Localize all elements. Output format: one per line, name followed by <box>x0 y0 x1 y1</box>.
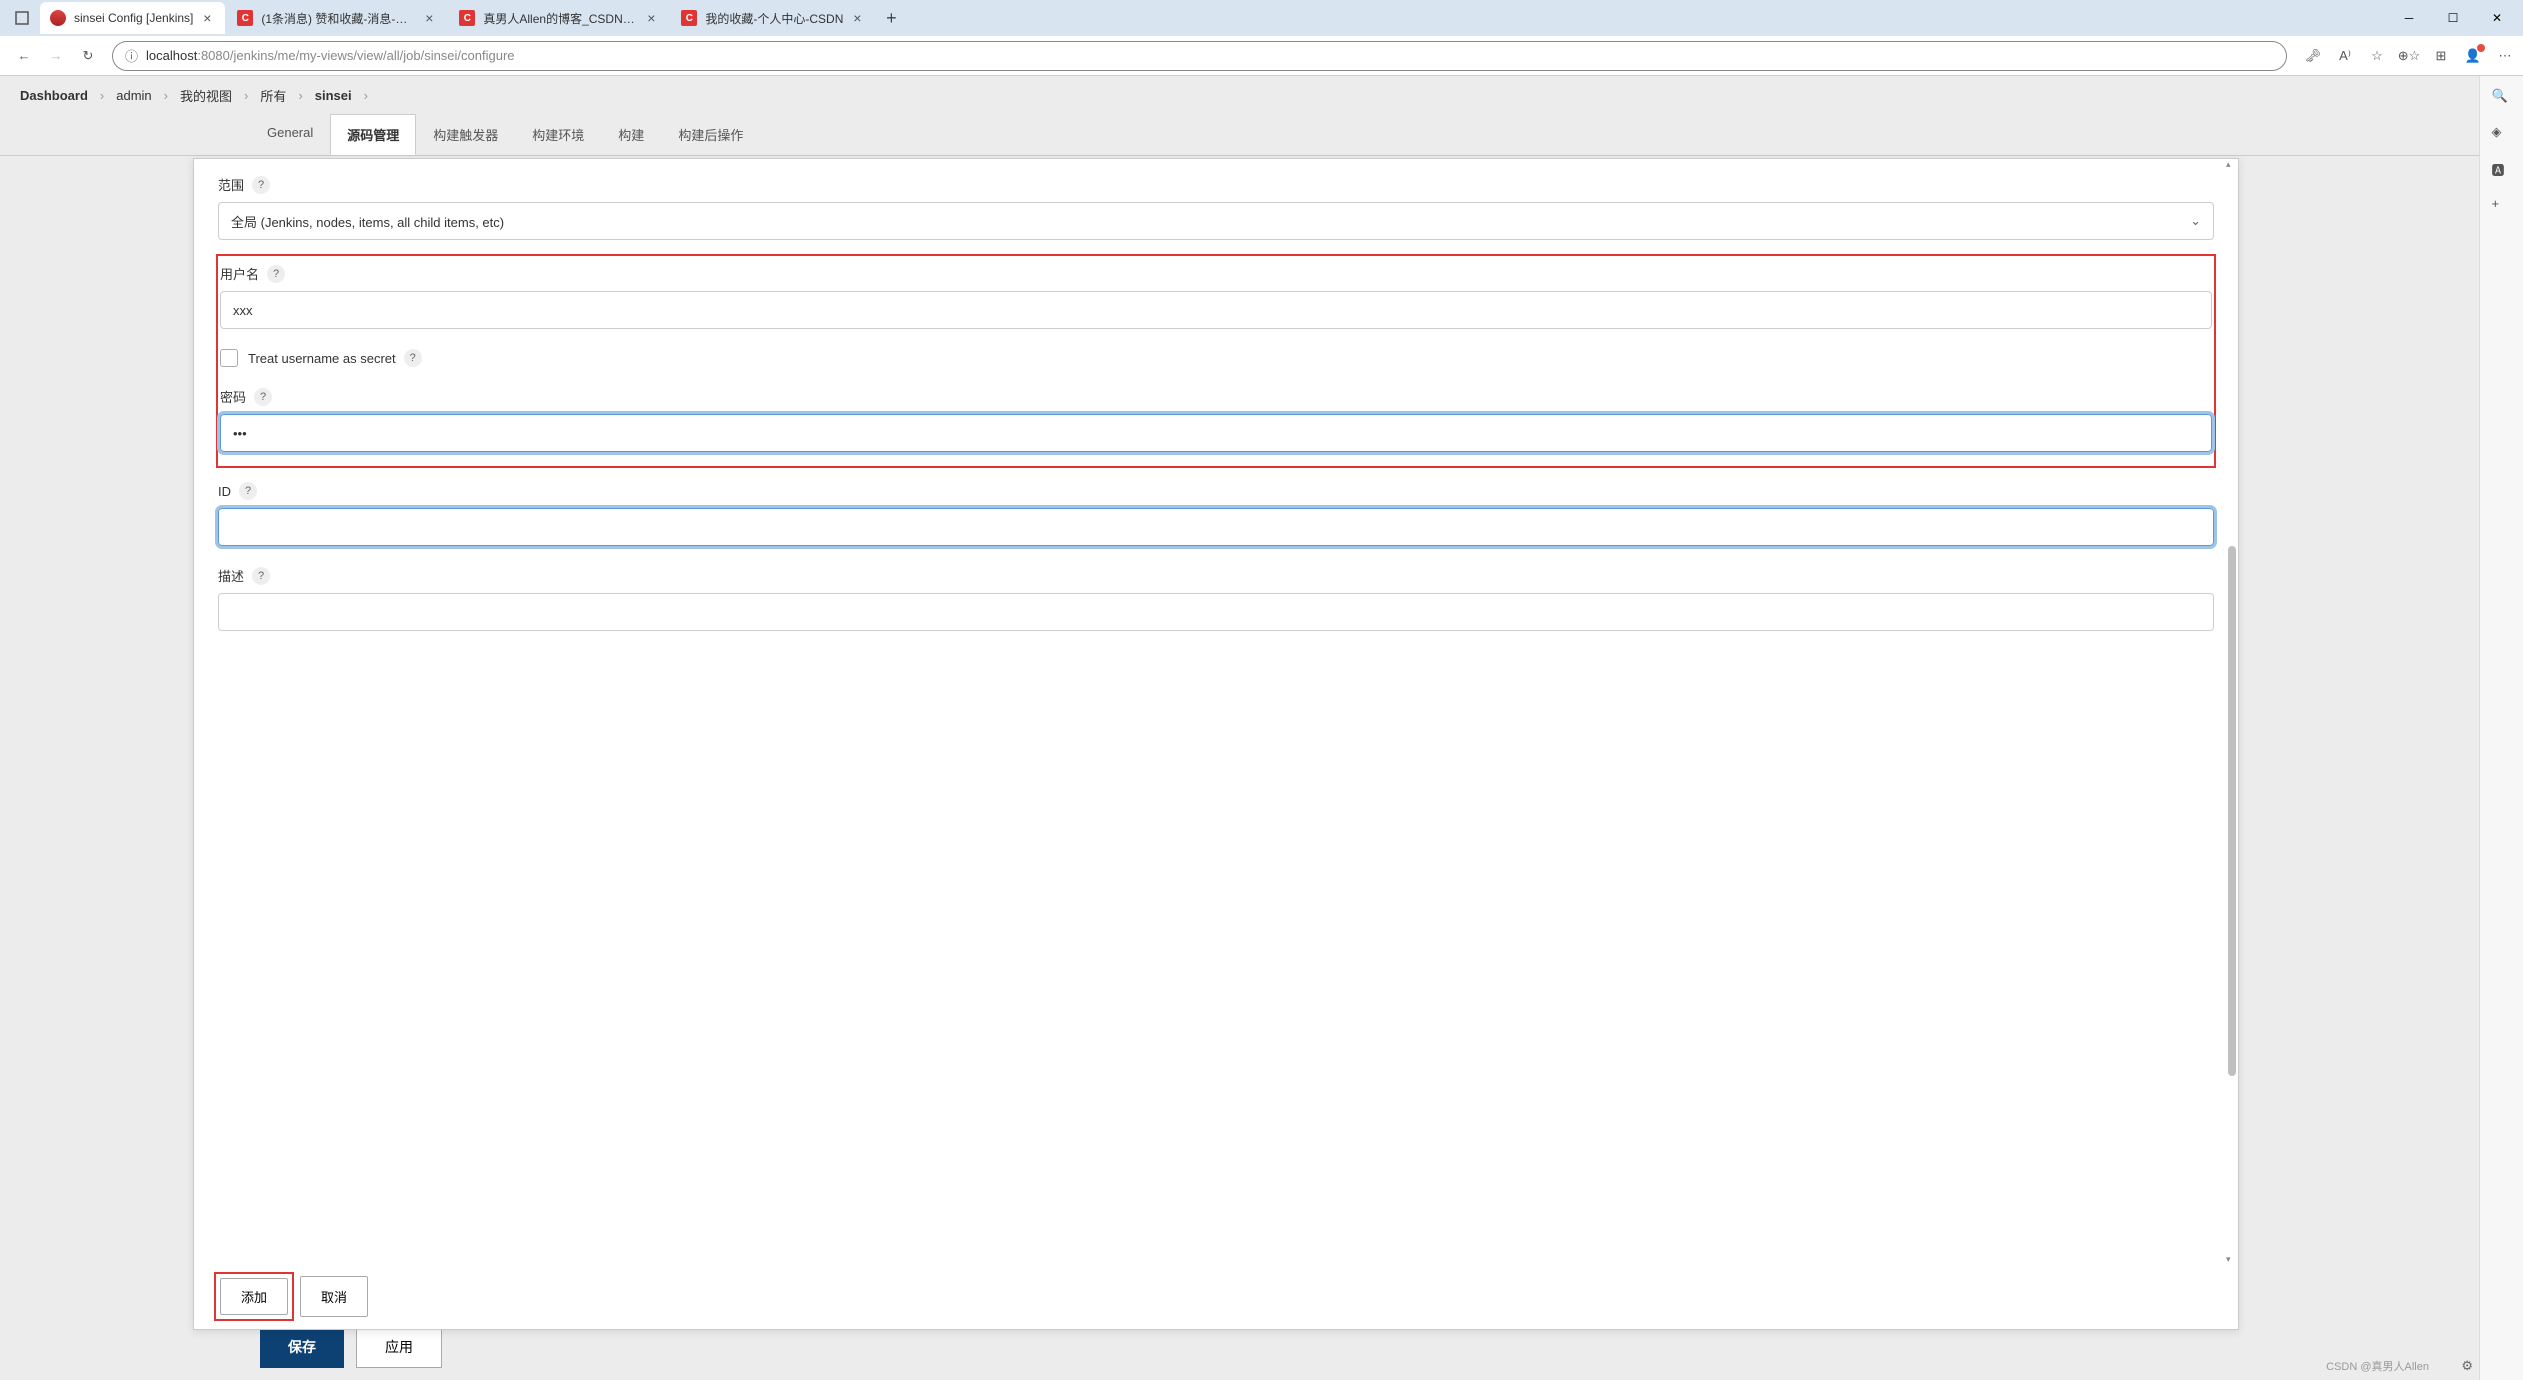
new-tab-button[interactable]: + <box>877 4 905 32</box>
jenkins-favicon-icon <box>50 10 66 26</box>
tab-close-icon[interactable]: × <box>643 10 659 26</box>
tab-scm[interactable]: 源码管理 <box>330 114 416 155</box>
address-bar: ← → ↻ ⓘ localhost:8080/jenkins/me/my-vie… <box>0 36 2523 76</box>
refresh-button[interactable]: ↻ <box>72 40 104 72</box>
window-minimize-icon[interactable]: ─ <box>2387 2 2431 34</box>
tab-title: sinsei Config [Jenkins] <box>74 11 193 25</box>
add-button[interactable]: 添加 <box>220 1278 288 1315</box>
collections-icon[interactable]: ⊞ <box>2431 46 2451 66</box>
tab-environment[interactable]: 构建环境 <box>515 114 601 155</box>
tab-triggers[interactable]: 构建触发器 <box>416 114 515 155</box>
tab-close-icon[interactable]: × <box>421 10 437 26</box>
username-input[interactable] <box>220 291 2212 329</box>
browser-tab-0[interactable]: sinsei Config [Jenkins] × <box>40 2 225 34</box>
browser-tab-1[interactable]: C (1条消息) 赞和收藏-消息-CSDN × <box>227 2 447 34</box>
help-icon[interactable]: ? <box>252 176 270 194</box>
credentials-modal: 范围 ? 全局 (Jenkins, nodes, items, all chil… <box>193 158 2239 1330</box>
chevron-right-icon: › <box>100 88 104 103</box>
treat-secret-label: Treat username as secret <box>248 351 396 366</box>
shopping-icon[interactable]: ◈ <box>2492 124 2512 144</box>
tab-title: (1条消息) 赞和收藏-消息-CSDN <box>261 10 415 27</box>
scrollbar-thumb[interactable] <box>2228 546 2236 1076</box>
csdn-favicon-icon: C <box>681 10 697 26</box>
gear-icon[interactable]: ⚙ <box>2461 1358 2473 1374</box>
scope-value: 全局 (Jenkins, nodes, items, all child ite… <box>231 212 504 231</box>
tab-actions-icon[interactable] <box>8 4 36 32</box>
breadcrumb-item[interactable]: 我的视图 <box>180 86 232 105</box>
save-button[interactable]: 保存 <box>260 1326 344 1368</box>
info-icon: ⓘ <box>125 46 138 65</box>
cancel-button[interactable]: 取消 <box>300 1276 368 1317</box>
window-close-icon[interactable]: ✕ <box>2475 2 2519 34</box>
password-label: 密码 <box>220 387 246 406</box>
description-input[interactable] <box>218 593 2214 631</box>
browser-tab-2[interactable]: C 真男人Allen的博客_CSDN博客-2 × <box>449 2 669 34</box>
tab-title: 真男人Allen的博客_CSDN博客-2 <box>483 10 637 27</box>
help-icon[interactable]: ? <box>254 388 272 406</box>
apply-button[interactable]: 应用 <box>356 1326 442 1368</box>
tab-close-icon[interactable]: × <box>849 10 865 26</box>
search-icon[interactable]: 🔍 <box>2492 88 2512 108</box>
csdn-favicon-icon: C <box>237 10 253 26</box>
watermark: CSDN @真男人Allen <box>2326 1358 2429 1374</box>
password-input[interactable] <box>220 414 2212 452</box>
breadcrumb-item[interactable]: Dashboard <box>20 88 88 103</box>
tab-general[interactable]: General <box>250 114 330 155</box>
read-aloud-icon[interactable]: A⁾ <box>2335 46 2355 66</box>
chevron-down-icon: ⌄ <box>2190 213 2201 229</box>
url-input[interactable]: ⓘ localhost:8080/jenkins/me/my-views/vie… <box>112 41 2287 71</box>
breadcrumb-item[interactable]: 所有 <box>260 86 286 105</box>
chevron-right-icon: › <box>364 88 368 103</box>
scroll-down-icon[interactable]: ▾ <box>2226 1254 2236 1264</box>
key-icon[interactable]: 🗝 <box>2303 46 2323 66</box>
help-icon[interactable]: ? <box>267 265 285 283</box>
back-button[interactable]: ← <box>8 40 40 72</box>
url-text: localhost:8080/jenkins/me/my-views/view/… <box>146 48 515 63</box>
id-input[interactable] <box>218 508 2214 546</box>
more-icon[interactable]: ⋯ <box>2495 46 2515 66</box>
scrollbar[interactable]: ▴ ▾ <box>2226 159 2238 1264</box>
browser-tab-bar: sinsei Config [Jenkins] × C (1条消息) 赞和收藏-… <box>0 0 2523 36</box>
forward-button[interactable]: → <box>40 40 72 72</box>
chevron-right-icon: › <box>298 88 302 103</box>
scope-select[interactable]: 全局 (Jenkins, nodes, items, all child ite… <box>218 202 2214 240</box>
tab-close-icon[interactable]: × <box>199 10 215 26</box>
favorite-icon[interactable]: ☆ <box>2367 46 2387 66</box>
breadcrumb-item[interactable]: admin <box>116 88 151 103</box>
tab-build[interactable]: 构建 <box>601 114 661 155</box>
window-maximize-icon[interactable]: ☐ <box>2431 2 2475 34</box>
tab-title: 我的收藏-个人中心-CSDN <box>705 10 843 27</box>
plus-icon[interactable]: + <box>2492 196 2512 216</box>
scope-label: 范围 <box>218 175 244 194</box>
favorites-bar-icon[interactable]: ⊕☆ <box>2399 46 2419 66</box>
profile-icon[interactable]: 👤 <box>2463 46 2483 66</box>
chevron-right-icon: › <box>164 88 168 103</box>
help-icon[interactable]: ? <box>252 567 270 585</box>
chevron-right-icon: › <box>244 88 248 103</box>
config-tabs: General 源码管理 构建触发器 构建环境 构建 构建后操作 <box>0 114 2479 156</box>
description-label: 描述 <box>218 566 244 585</box>
csdn-favicon-icon: C <box>459 10 475 26</box>
browser-tab-3[interactable]: C 我的收藏-个人中心-CSDN × <box>671 2 875 34</box>
help-icon[interactable]: ? <box>404 349 422 367</box>
treat-secret-checkbox[interactable] <box>220 349 238 367</box>
username-label: 用户名 <box>220 264 259 283</box>
edge-sidebar: 🔍 ◈ 🅰 + <box>2479 76 2523 1380</box>
tools-icon[interactable]: 🅰 <box>2492 160 2512 180</box>
breadcrumb-item[interactable]: sinsei <box>315 88 352 103</box>
scroll-up-icon[interactable]: ▴ <box>2226 159 2236 169</box>
help-icon[interactable]: ? <box>239 482 257 500</box>
tab-postbuild[interactable]: 构建后操作 <box>661 114 760 155</box>
id-label: ID <box>218 484 231 499</box>
breadcrumb: Dashboard › admin › 我的视图 › 所有 › sinsei › <box>0 76 2479 114</box>
